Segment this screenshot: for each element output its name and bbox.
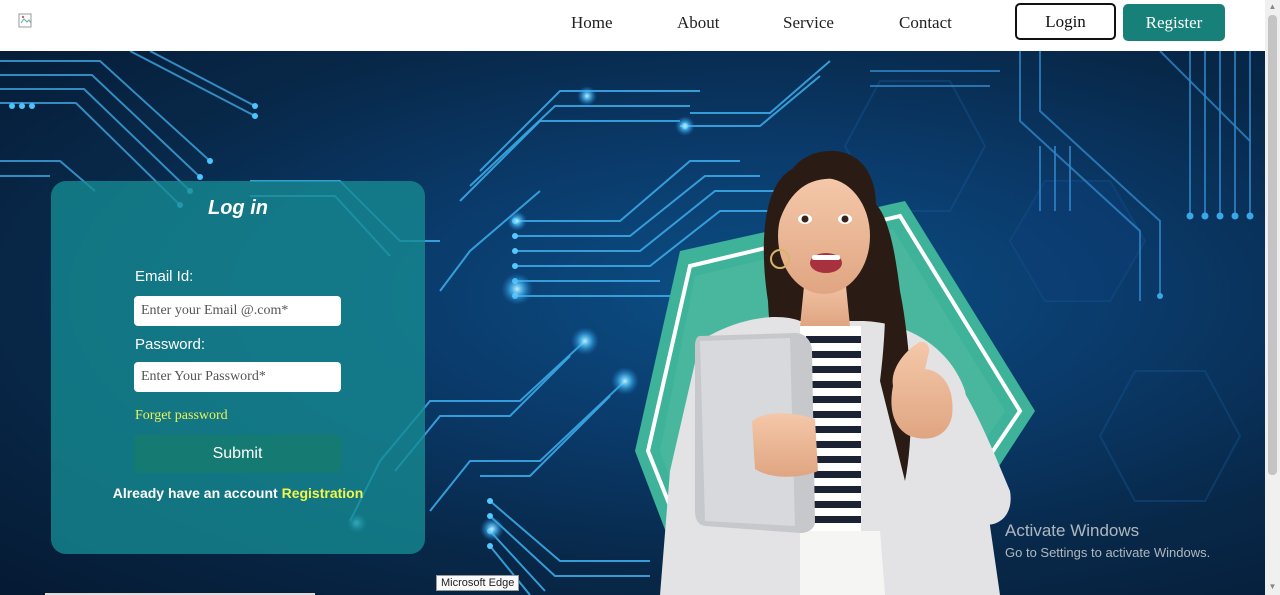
nav-home-link[interactable]: Home: [571, 13, 613, 33]
activate-windows-subtitle: Go to Settings to activate Windows.: [1005, 545, 1211, 560]
vertical-scrollbar[interactable]: ▲ ▼: [1265, 0, 1280, 595]
submit-button[interactable]: Submit: [134, 435, 341, 473]
nav-contact-link[interactable]: Contact: [899, 13, 952, 33]
forget-password-link[interactable]: Forget password: [135, 408, 228, 424]
scroll-down-arrow-icon[interactable]: ▼: [1268, 582, 1277, 592]
login-button[interactable]: Login: [1015, 3, 1116, 40]
broken-image-icon[interactable]: [18, 13, 33, 28]
email-label: Email Id:: [135, 268, 194, 285]
registration-link[interactable]: Registration: [282, 485, 364, 501]
top-navbar: Home About Service Contact Login Registe…: [0, 0, 1265, 51]
email-input[interactable]: [134, 296, 341, 326]
nav-about-link[interactable]: About: [677, 13, 720, 33]
already-account-text: Already have an account Registration: [51, 485, 425, 501]
nav-service-link[interactable]: Service: [783, 13, 834, 33]
login-card: Log in Email Id: Password: Forget passwo…: [51, 181, 425, 554]
hero-section: Log in Email Id: Password: Forget passwo…: [0, 51, 1265, 595]
login-title: Log in: [208, 197, 268, 219]
scroll-up-arrow-icon[interactable]: ▲: [1268, 2, 1277, 12]
activate-windows-title: Activate Windows: [1005, 521, 1140, 540]
register-button[interactable]: Register: [1123, 4, 1225, 41]
password-label: Password:: [135, 336, 206, 353]
already-account-label: Already have an account: [112, 485, 282, 501]
taskbar-tooltip: Microsoft Edge: [436, 575, 520, 591]
scroll-thumb[interactable]: [1268, 15, 1277, 475]
password-input[interactable]: [134, 362, 341, 392]
activate-windows-watermark: Activate Windows Go to Settings to activ…: [1005, 521, 1210, 560]
